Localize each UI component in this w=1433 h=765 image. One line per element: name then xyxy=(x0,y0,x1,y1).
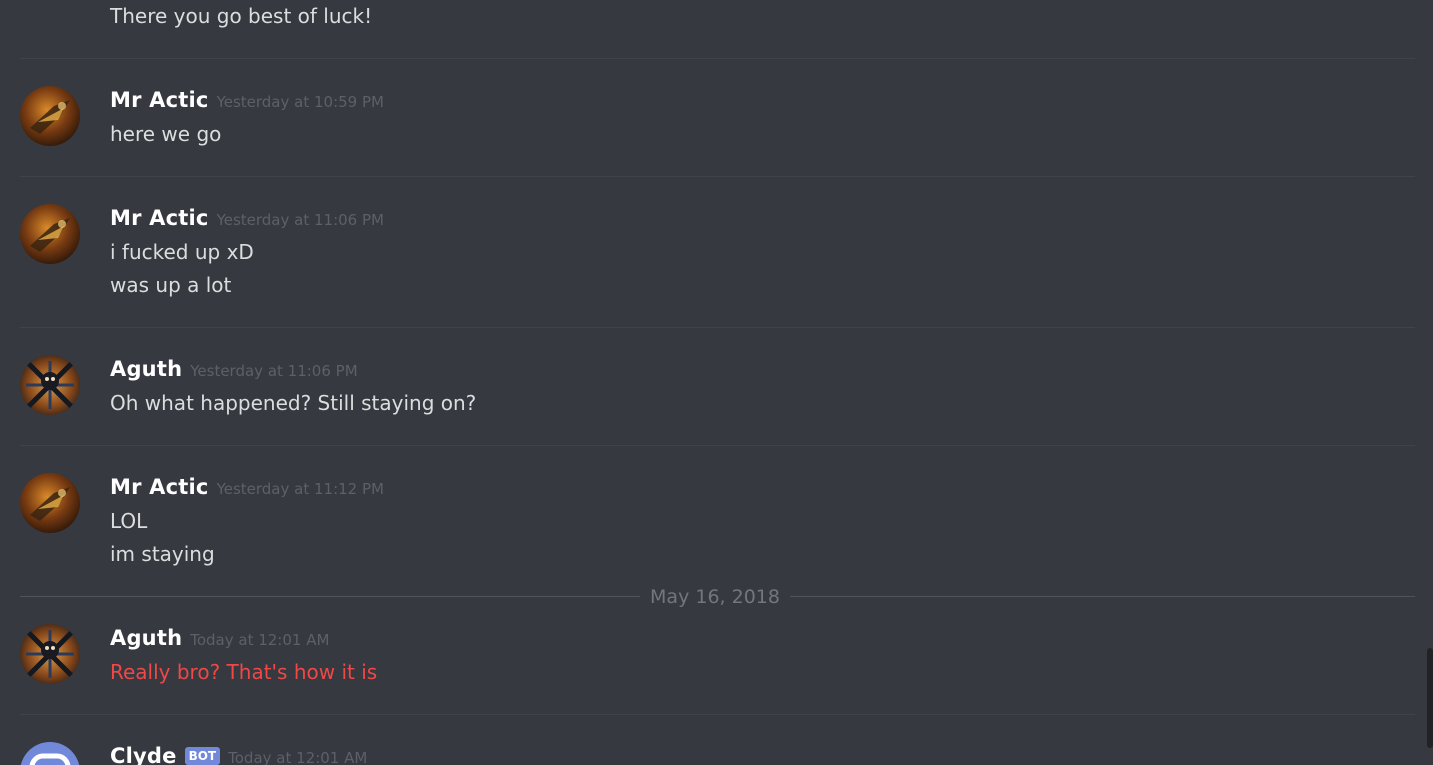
message-text: here we go xyxy=(110,122,222,146)
message-timestamp: Today at 12:01 AM xyxy=(190,631,330,649)
clyde-bot-avatar-icon[interactable] xyxy=(20,742,80,765)
bot-badge: BOT xyxy=(184,747,221,765)
message-header: Aguth Today at 12:01 AM xyxy=(110,624,329,652)
author-name[interactable]: Aguth xyxy=(110,355,182,383)
message-header: Clyde BOT Today at 12:01 AM xyxy=(110,742,367,765)
author-name[interactable]: Clyde xyxy=(110,742,177,765)
date-separator-line xyxy=(20,596,640,597)
avatar-mr-actic-icon[interactable] xyxy=(20,473,80,533)
avatar-aguth-icon[interactable] xyxy=(20,624,80,684)
author-name[interactable]: Aguth xyxy=(110,624,182,652)
message-timestamp: Yesterday at 11:06 PM xyxy=(190,362,358,380)
message-text: i fucked up xD xyxy=(110,240,254,264)
date-separator-line xyxy=(790,596,1415,597)
avatar-aguth-icon[interactable] xyxy=(20,355,80,415)
message-header: Aguth Yesterday at 11:06 PM xyxy=(110,355,358,383)
message-text: was up a lot xyxy=(110,273,232,297)
author-name[interactable]: Mr Actic xyxy=(110,86,209,114)
message-text: LOL xyxy=(110,509,148,533)
message-divider xyxy=(20,445,1415,446)
message-text: There you go best of luck! xyxy=(110,4,373,28)
author-name[interactable]: Mr Actic xyxy=(110,473,209,501)
message-header: Mr Actic Yesterday at 11:06 PM xyxy=(110,204,384,232)
message-list: There you go best of luck! Mr Actic Yeste… xyxy=(0,0,1433,765)
message-text: Oh what happened? Still staying on? xyxy=(110,391,477,415)
scrollbar-thumb[interactable] xyxy=(1427,648,1433,748)
message-divider xyxy=(20,714,1415,715)
message-timestamp: Yesterday at 10:59 PM xyxy=(216,93,384,111)
message-header: Mr Actic Yesterday at 11:12 PM xyxy=(110,473,384,501)
avatar-mr-actic-icon[interactable] xyxy=(20,204,80,264)
message-divider xyxy=(20,58,1415,59)
author-name[interactable]: Mr Actic xyxy=(110,204,209,232)
message-timestamp: Yesterday at 11:06 PM xyxy=(216,211,384,229)
message-timestamp: Yesterday at 11:12 PM xyxy=(216,480,384,498)
message-text: im staying xyxy=(110,542,215,566)
message-text-error: Really bro? That's how it is xyxy=(110,660,378,684)
avatar-mr-actic-icon[interactable] xyxy=(20,86,80,146)
date-separator: May 16, 2018 xyxy=(20,584,1415,610)
message-divider xyxy=(20,176,1415,177)
message-timestamp: Today at 12:01 AM xyxy=(228,749,368,765)
message-header: Mr Actic Yesterday at 10:59 PM xyxy=(110,86,384,114)
message-divider xyxy=(20,327,1415,328)
date-separator-label: May 16, 2018 xyxy=(650,586,780,608)
